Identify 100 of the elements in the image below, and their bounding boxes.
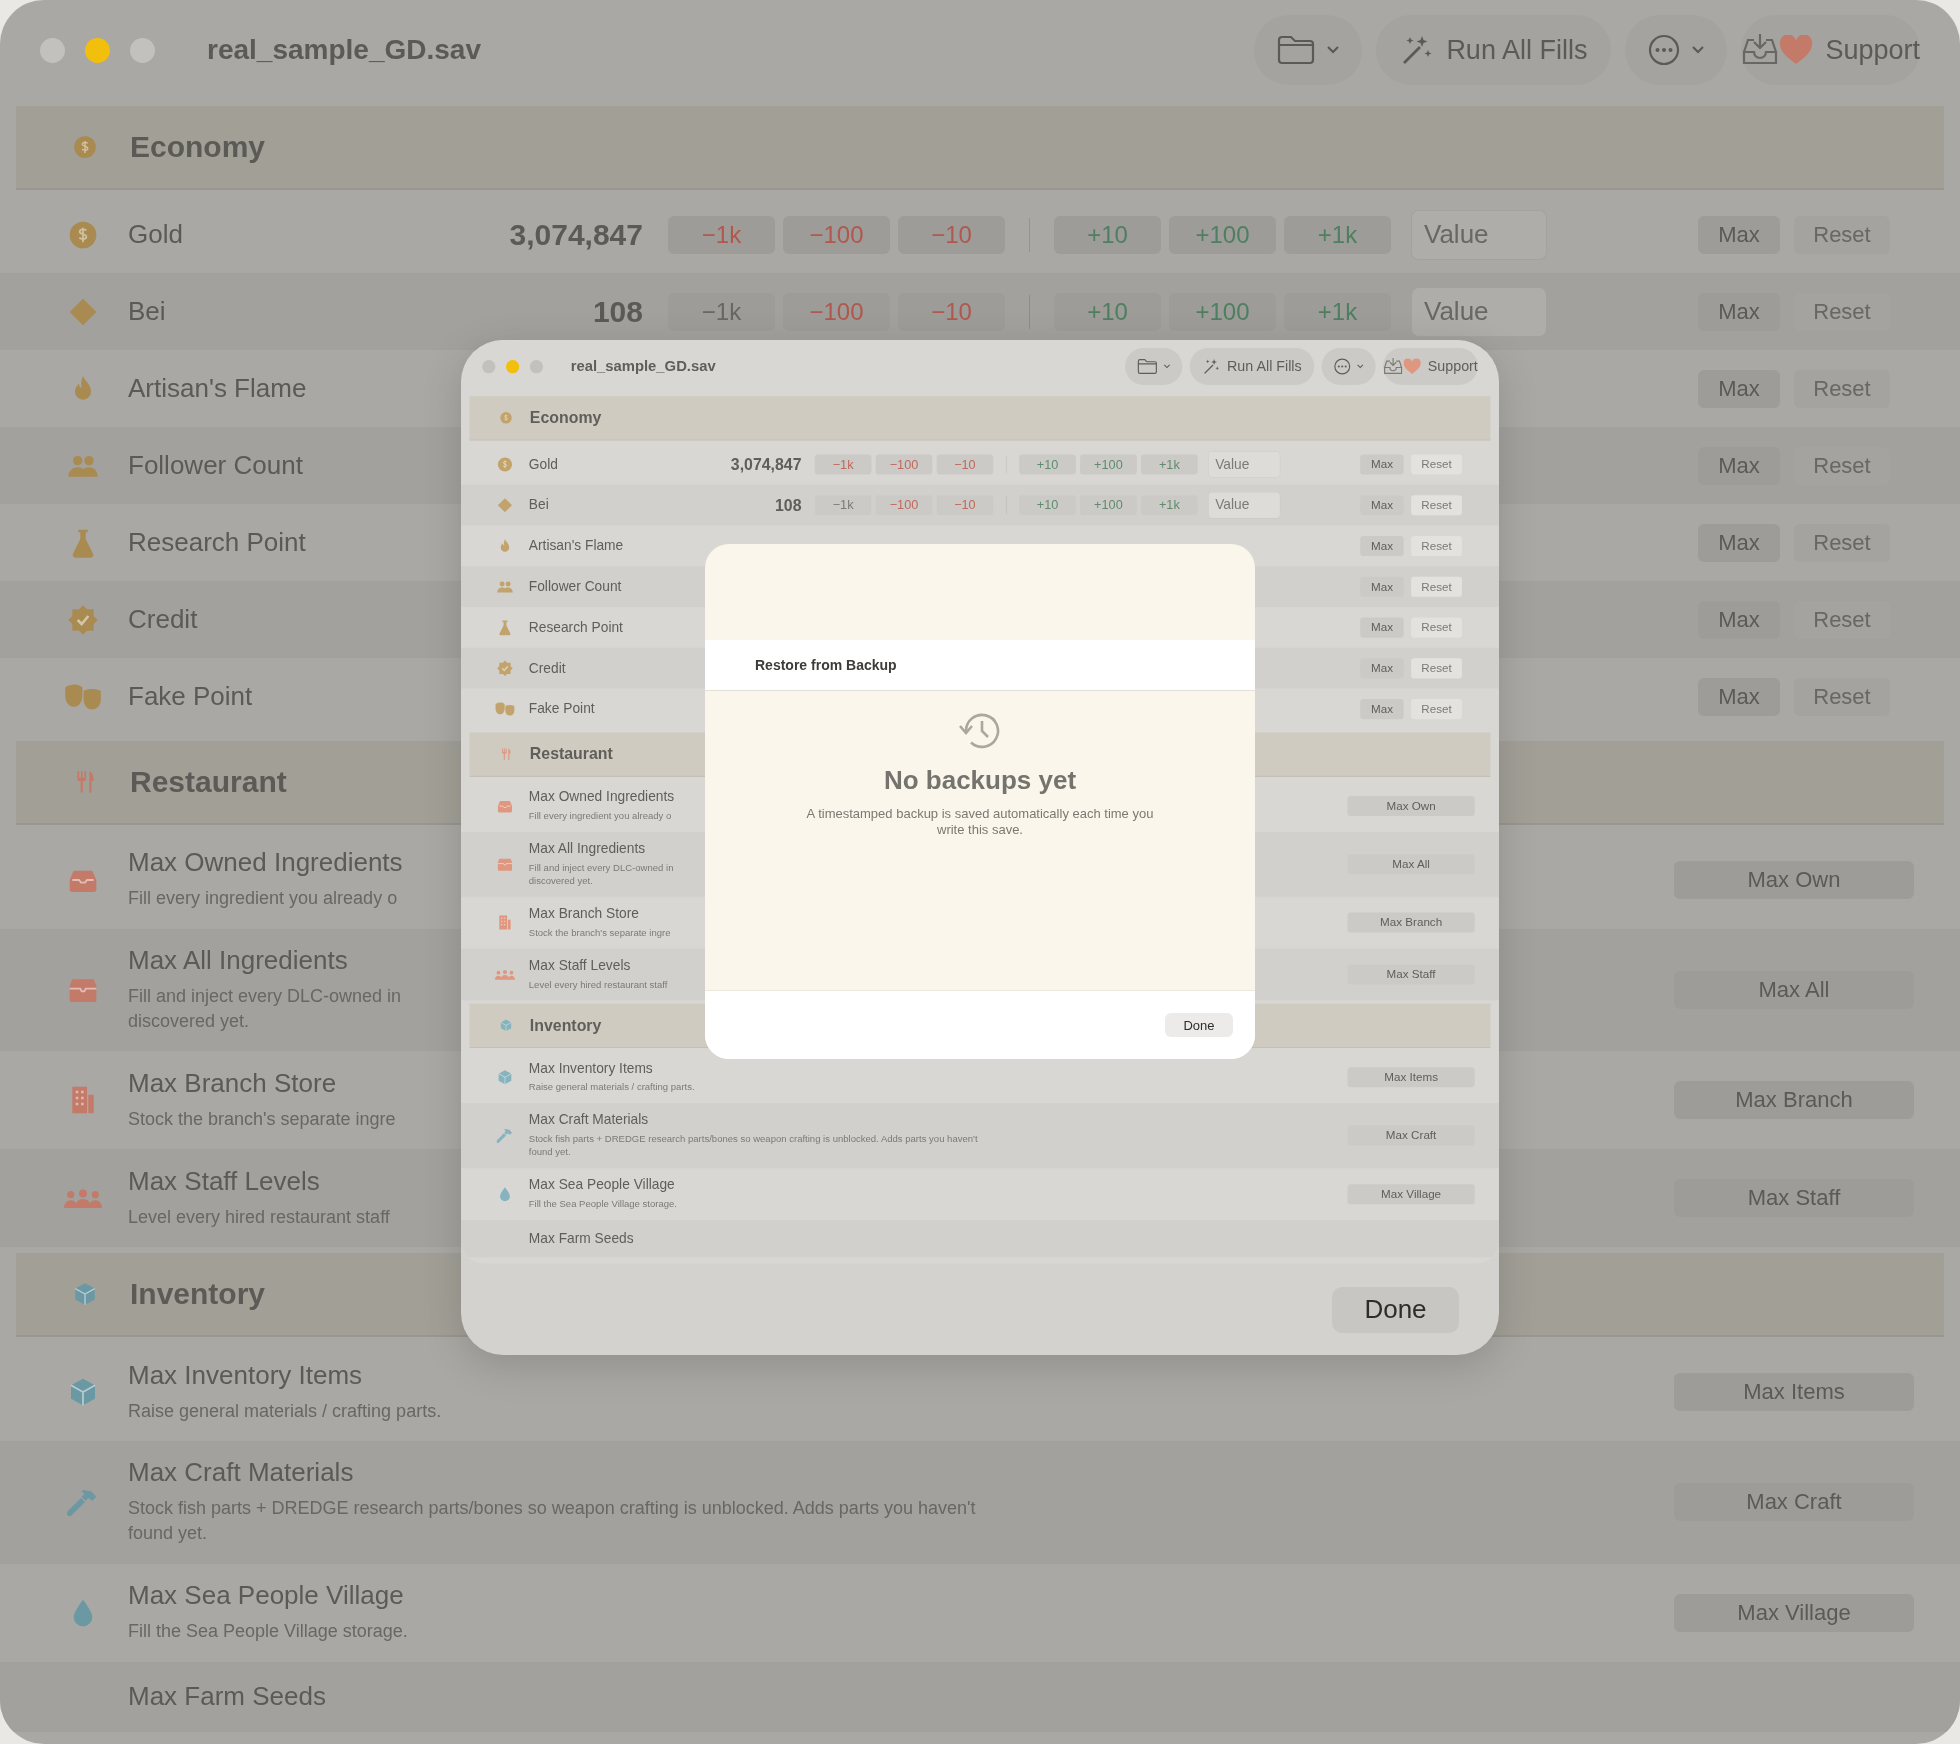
action-button[interactable]: Max Craft: [1347, 1125, 1475, 1146]
decrement-button[interactable]: −10: [898, 215, 1005, 254]
row-description: Fill the Sea People Village storage.: [528, 1197, 677, 1211]
row-title: Max Sea People Village: [128, 1581, 405, 1611]
more-menu-button[interactable]: [1321, 347, 1376, 385]
cube-icon: [499, 1018, 513, 1033]
save-button[interactable]: [1383, 347, 1404, 385]
fork-knife-icon: [499, 747, 513, 762]
row-title: Follower Count: [128, 450, 304, 481]
window-control[interactable]: [40, 37, 65, 63]
row-title: Max Owned Ingredients: [528, 789, 675, 806]
max-button[interactable]: Max: [1698, 523, 1780, 562]
diamond-icon: [496, 496, 514, 514]
row-description: Fill every ingredient you already o: [128, 887, 399, 911]
heart-icon: [1779, 35, 1814, 65]
row-title: Max Owned Ingredients: [128, 848, 403, 879]
max-button[interactable]: Max: [1360, 658, 1404, 679]
action-button[interactable]: Max Own: [1674, 861, 1914, 899]
action-button[interactable]: Max Village: [1347, 1183, 1475, 1205]
action-button[interactable]: Max Village: [1674, 1593, 1914, 1632]
value-field[interactable]: Value: [1208, 491, 1281, 519]
max-button[interactable]: Max: [1360, 535, 1404, 556]
row-title: Max Inventory Items: [528, 1060, 654, 1077]
decrement-button[interactable]: −1k: [814, 454, 872, 475]
action-button[interactable]: Max Items: [1674, 1373, 1914, 1412]
dialog-title: Restore from Backup: [755, 657, 897, 673]
max-button[interactable]: Max: [1698, 677, 1780, 716]
badge-check-icon: [67, 603, 99, 636]
max-button[interactable]: Max: [1698, 369, 1780, 408]
done-button[interactable]: Done: [1332, 1286, 1459, 1333]
row-title: Max All Ingredients: [528, 841, 647, 857]
value-field[interactable]: Value: [1411, 209, 1547, 260]
run-all-fills-button[interactable]: Run All Fills: [1189, 347, 1315, 385]
row-title: Fake Point: [128, 681, 254, 712]
decrement-button[interactable]: −100: [875, 494, 933, 516]
max-button[interactable]: Max: [1698, 292, 1780, 331]
max-button[interactable]: Max: [1698, 600, 1780, 639]
max-button[interactable]: Max: [1360, 494, 1404, 516]
max-button[interactable]: Max: [1698, 446, 1780, 485]
support-button[interactable]: Support: [1403, 347, 1478, 385]
window-control[interactable]: [85, 37, 110, 63]
action-button[interactable]: Max Staff: [1347, 964, 1475, 985]
decrement-button[interactable]: −100: [783, 215, 890, 254]
row-title: Max Staff Levels: [528, 957, 632, 974]
action-button[interactable]: Max Items: [1347, 1067, 1475, 1088]
support-button[interactable]: Support: [1779, 15, 1920, 85]
action-button[interactable]: Max Craft: [1674, 1483, 1914, 1522]
theater-masks-icon: [494, 700, 515, 718]
value-field[interactable]: Value: [1411, 286, 1547, 337]
action-button[interactable]: Max All: [1674, 971, 1914, 1010]
row-title: Bei: [528, 496, 550, 514]
increment-button[interactable]: +1k: [1284, 215, 1391, 254]
row-description: Level every hired restaurant staff: [528, 978, 668, 992]
increment-button[interactable]: +100: [1080, 494, 1137, 516]
increment-button[interactable]: +1k: [1141, 454, 1198, 475]
row-title: Credit: [528, 659, 567, 677]
action-button[interactable]: Max Staff: [1674, 1179, 1914, 1218]
value-field[interactable]: Value: [1208, 450, 1281, 478]
value-text: 3,074,847: [729, 455, 802, 474]
window-title: real_sample_GD.sav: [207, 34, 481, 66]
coin-icon: [72, 134, 98, 160]
cube-icon: [72, 1281, 98, 1308]
increment-button[interactable]: +10: [1019, 494, 1076, 516]
row-title: Max Branch Store: [128, 1068, 338, 1099]
increment-button[interactable]: +100: [1080, 454, 1137, 475]
max-button[interactable]: Max: [1698, 215, 1780, 254]
max-button[interactable]: Max: [1360, 454, 1404, 475]
increment-button[interactable]: +100: [1169, 215, 1276, 254]
row-title: Max Sea People Village: [528, 1177, 676, 1194]
decrement-button[interactable]: −1k: [668, 215, 775, 254]
increment-button[interactable]: +10: [1054, 292, 1161, 331]
max-button[interactable]: Max: [1360, 698, 1404, 719]
action-button[interactable]: Max Branch: [1674, 1081, 1914, 1120]
empty-state-text: A timestamped backup is saved automatically each time you write this save.: [805, 806, 1155, 839]
empty-state-title: No backups yet: [883, 765, 1077, 796]
decrement-button[interactable]: −10: [936, 494, 994, 516]
row-title: Research Point: [528, 619, 624, 636]
decrement-button[interactable]: −100: [875, 454, 933, 475]
run-all-fills-button[interactable]: Run All Fills: [1376, 15, 1612, 85]
increment-button[interactable]: +100: [1169, 292, 1276, 331]
increment-button[interactable]: +10: [1019, 454, 1076, 475]
row-title: Artisan's Flame: [128, 373, 308, 404]
max-button[interactable]: Max: [1360, 617, 1404, 638]
window-control[interactable]: [130, 37, 155, 63]
decrement-button[interactable]: −100: [783, 292, 890, 331]
decrement-button[interactable]: −10: [936, 454, 994, 475]
row-title: Max All Ingredients: [128, 946, 349, 976]
folder-menu-button[interactable]: [1125, 347, 1183, 385]
increment-button[interactable]: +1k: [1141, 494, 1198, 516]
action-button[interactable]: Max All: [1347, 854, 1475, 875]
increment-button[interactable]: +1k: [1284, 292, 1391, 331]
action-button[interactable]: Max Own: [1347, 796, 1475, 817]
row-title: Max Craft Materials: [128, 1458, 355, 1489]
increment-button[interactable]: +10: [1054, 215, 1161, 254]
action-button[interactable]: Max Branch: [1347, 912, 1475, 933]
chevron-down-icon: [1326, 45, 1341, 55]
cube-icon: [496, 1068, 514, 1086]
done-button[interactable]: Done: [1165, 1013, 1233, 1037]
decrement-button[interactable]: −10: [898, 292, 1005, 331]
max-button[interactable]: Max: [1360, 576, 1404, 597]
